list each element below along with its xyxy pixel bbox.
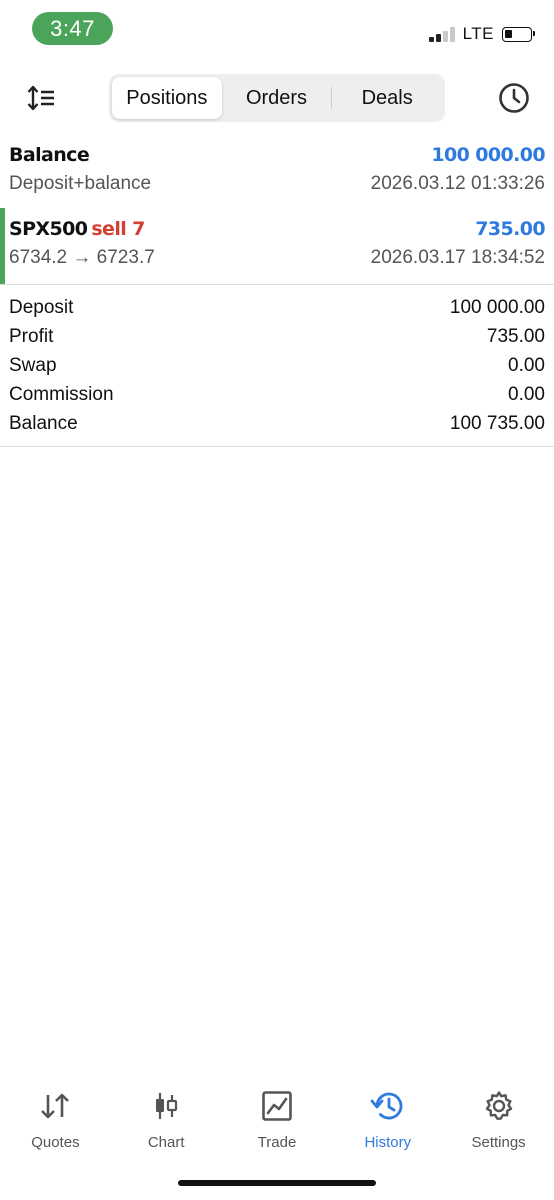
operation-amount: 100 000.00 — [431, 144, 545, 166]
nav-history[interactable]: History — [332, 1080, 443, 1160]
quotes-arrows-icon — [41, 1093, 70, 1119]
candlestick-icon — [156, 1093, 178, 1119]
status-indicators: LTE — [427, 22, 535, 46]
history-clock-icon — [370, 1092, 403, 1120]
nav-label: Settings — [471, 1134, 526, 1151]
gear-icon — [485, 1091, 512, 1120]
bottom-tab-bar: Quotes Chart Trade History Settings — [0, 1080, 554, 1160]
battery-icon — [502, 26, 535, 42]
deal-side-indicator — [0, 208, 5, 284]
nav-settings[interactable]: Settings — [443, 1080, 554, 1160]
summary-label: Balance — [9, 412, 78, 434]
deal-symbol: SPX500 — [9, 218, 88, 240]
history-toolbar: Positions Orders Deals — [0, 70, 554, 126]
deal-profit: 735.00 — [475, 218, 545, 240]
operation-timestamp: 2026.03.12 01:33:26 — [370, 173, 545, 194]
operation-title: Balance — [9, 144, 90, 166]
clock-icon — [499, 83, 529, 113]
summary-value: 0.00 — [508, 383, 545, 405]
summary-label: Deposit — [9, 296, 74, 318]
network-type: LTE — [462, 24, 494, 43]
nav-quotes[interactable]: Quotes — [0, 1080, 111, 1160]
nav-trade[interactable]: Trade — [222, 1080, 333, 1160]
deal-side: sell 7 — [91, 218, 145, 240]
operation-comment: Deposit+balance — [9, 173, 152, 194]
trade-chart-icon — [262, 1091, 292, 1121]
summary-row-commission: Commission 0.00 — [9, 380, 545, 409]
tab-positions[interactable]: Positions — [112, 77, 222, 119]
status-time: 3:47 — [32, 12, 113, 45]
sort-icon — [27, 85, 54, 111]
tab-orders[interactable]: Orders — [222, 77, 332, 119]
summary-row-profit: Profit 735.00 — [9, 322, 545, 351]
nav-label: Trade — [257, 1134, 297, 1151]
nav-chart[interactable]: Chart — [111, 1080, 222, 1160]
nav-label: Chart — [147, 1134, 185, 1151]
summary-value: 100 735.00 — [449, 412, 545, 434]
tab-deals[interactable]: Deals — [332, 77, 442, 119]
deal-timestamp: 2026.03.17 18:34:52 — [370, 247, 545, 268]
status-bar: 3:47 LTE — [0, 0, 554, 58]
deal-prices: 6734.2 → 6723.7 — [9, 247, 155, 268]
summary-label: Profit — [9, 325, 54, 347]
summary-value: 0.00 — [508, 354, 545, 376]
balance-operation-row[interactable]: Balance 100 000.00 Deposit+balance 2026.… — [0, 134, 554, 208]
signal-strength-icon — [427, 26, 455, 42]
list-divider — [0, 446, 554, 447]
summary-value: 100 000.00 — [449, 296, 545, 318]
period-button[interactable] — [496, 80, 532, 116]
summary-row-swap: Swap 0.00 — [9, 351, 545, 380]
summary-label: Swap — [9, 354, 57, 376]
summary-label: Commission — [9, 383, 114, 405]
deal-row[interactable]: SPX500 sell 7 735.00 6734.2 → 6723.7 2026… — [0, 208, 554, 284]
sort-button[interactable] — [22, 80, 60, 116]
summary-value: 735.00 — [486, 325, 545, 347]
summary-block: Deposit 100 000.00 Profit 735.00 Swap 0.… — [0, 285, 554, 446]
history-list: Balance 100 000.00 Deposit+balance 2026.… — [0, 134, 554, 447]
summary-row-balance: Balance 100 735.00 — [9, 409, 545, 438]
nav-label: History — [364, 1134, 412, 1151]
home-indicator[interactable] — [178, 1180, 376, 1186]
nav-label: Quotes — [31, 1134, 80, 1151]
summary-row-deposit: Deposit 100 000.00 — [9, 293, 545, 322]
view-segmented-control: Positions Orders Deals — [109, 74, 445, 122]
